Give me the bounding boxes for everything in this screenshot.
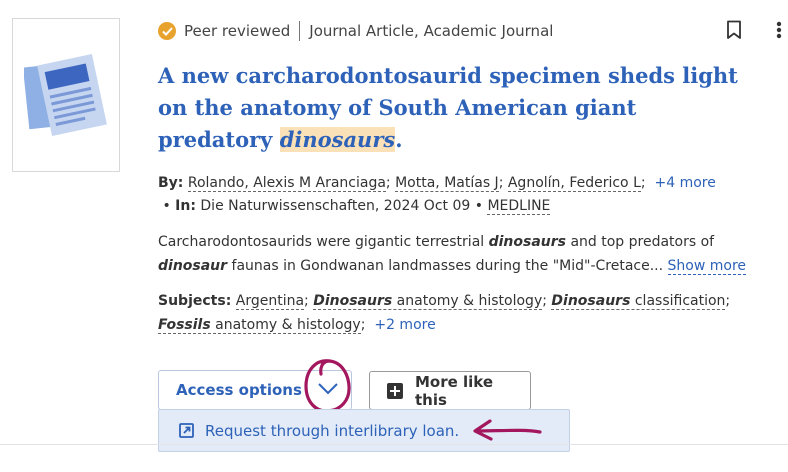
more-like-this-icon — [386, 382, 403, 399]
in-label: In: — [175, 198, 196, 214]
record-meta: Peer reviewed Journal Article, Academic … — [158, 20, 553, 42]
document-thumbnail[interactable] — [12, 18, 120, 172]
more-authors-link[interactable]: +4 more — [655, 175, 716, 191]
document-type: Journal Article, Academic Journal — [309, 22, 554, 40]
title-highlight: dinosaurs — [279, 127, 396, 152]
subjects: Subjects: Argentina; Dinosaurs anatomy &… — [158, 293, 731, 334]
by-label: By: — [158, 175, 184, 191]
more-like-this-button[interactable]: More like this — [369, 371, 531, 410]
peer-reviewed-label: Peer reviewed — [184, 22, 291, 40]
byline: By: Rolando, Alexis M Aranciaga; Motta, … — [158, 175, 716, 215]
title-text: A new carcharodontosaurid specimen sheds… — [158, 63, 738, 152]
author-link[interactable]: Rolando, Alexis M Aranciaga — [187, 175, 386, 192]
more-actions-button[interactable] — [775, 20, 783, 44]
author-link[interactable]: Agnolín, Federico L — [507, 175, 641, 192]
abstract-text: Carcharodontosaurids were gigantic terre… — [158, 234, 489, 250]
source-text: Die Naturwissenschaften, 2024 Oct 09 — [200, 198, 471, 214]
subjects-label: Subjects: — [158, 293, 232, 309]
interlibrary-loan-menu-item[interactable]: Request through interlibrary loan. — [158, 409, 570, 452]
abstract: Carcharodontosaurids were gigantic terre… — [158, 230, 768, 278]
subject-link[interactable]: Argentina — [235, 293, 305, 310]
database-link[interactable]: MEDLINE — [487, 198, 551, 215]
subject-link[interactable]: Fossils anatomy & histology — [158, 317, 361, 334]
abstract-text: and top predators of — [566, 234, 715, 250]
result-divider — [0, 444, 788, 445]
interlibrary-loan-label: Request through interlibrary loan. — [205, 421, 460, 440]
checkmark-badge-icon — [158, 22, 176, 40]
kebab-menu-icon — [776, 21, 782, 39]
author-link[interactable]: Motta, Matías J — [395, 175, 499, 192]
subject-link[interactable]: Dinosaurs anatomy & histology — [313, 293, 543, 310]
more-subjects-link[interactable]: +2 more — [374, 317, 435, 333]
more-like-this-label: More like this — [414, 372, 494, 409]
article-title-link[interactable]: A new carcharodontosaurid specimen sheds… — [158, 60, 758, 156]
divider — [299, 21, 301, 41]
access-options-button[interactable]: Access options — [158, 370, 352, 410]
external-link-icon — [179, 423, 194, 438]
bookmark-button[interactable] — [726, 20, 742, 44]
bookmark-icon — [727, 20, 741, 39]
abstract-text: faunas in Gondwanan landmasses during th… — [227, 258, 664, 274]
show-more-link[interactable]: Show more — [667, 258, 747, 275]
abstract-highlight: dinosaurs — [488, 234, 566, 250]
subject-link[interactable]: Dinosaurs classification — [551, 293, 726, 310]
title-period: . — [395, 127, 403, 152]
access-options-label: Access options — [176, 381, 302, 399]
chevron-down-icon[interactable] — [317, 382, 339, 396]
document-icon — [24, 53, 107, 137]
abstract-highlight: dinosaur — [158, 258, 228, 274]
